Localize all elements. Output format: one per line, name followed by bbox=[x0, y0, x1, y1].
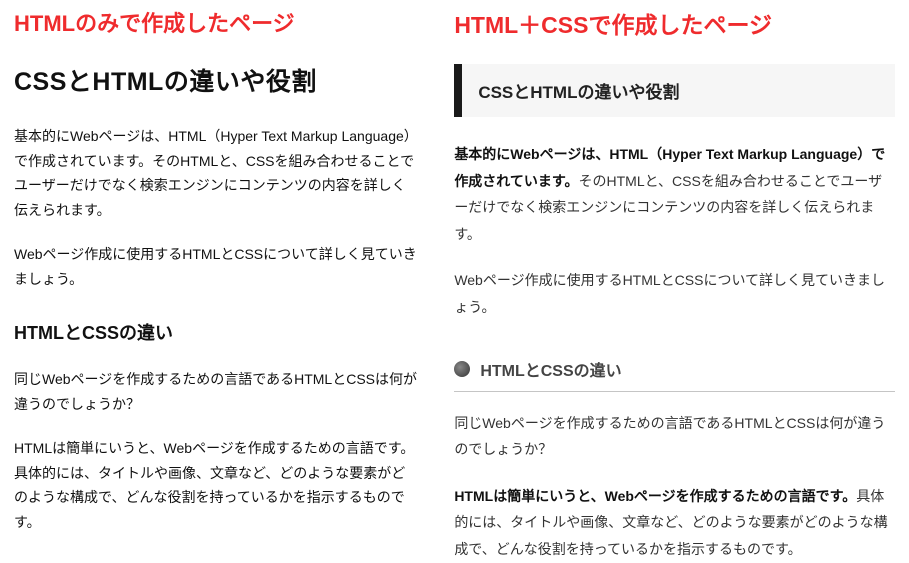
left-paragraph-4: HTMLは簡単にいうと、Webページを作成するための言語です。具体的には、タイト… bbox=[14, 436, 418, 534]
right-sub-heading-row: HTMLとCSSの違い bbox=[454, 357, 895, 392]
right-paragraph-2: Webページ作成に使用するHTMLとCSSについて詳しく見ていきましょう。 bbox=[454, 267, 895, 320]
left-paragraph-1: 基本的にWebページは、HTML（Hyper Text Markup Langu… bbox=[14, 124, 418, 222]
left-paragraph-3: 同じWebページを作成するための言語であるHTMLとCSSは何が違うのでしょうか… bbox=[14, 367, 418, 416]
bullet-dot-icon bbox=[454, 361, 470, 377]
right-sub-heading: HTMLとCSSの違い bbox=[480, 357, 621, 381]
left-sub-heading: HTMLとCSSの違い bbox=[14, 319, 418, 345]
right-box-heading: CSSとHTMLの違いや役割 bbox=[454, 64, 895, 117]
right-paragraph-1: 基本的にWebページは、HTML（Hyper Text Markup Langu… bbox=[454, 141, 895, 247]
left-paragraph-2: Webページ作成に使用するHTMLとCSSについて詳しく見ていきましょう。 bbox=[14, 242, 418, 291]
right-header: HTML＋CSSで作成したページ bbox=[454, 6, 895, 40]
left-main-heading: CSSとHTMLの違いや役割 bbox=[14, 62, 418, 98]
right-paragraph-4: HTMLは簡単にいうと、Webページを作成するための言語です。具体的には、タイト… bbox=[454, 483, 895, 563]
left-header: HTMLのみで作成したページ bbox=[14, 6, 418, 38]
right-paragraph-4-bold: HTMLは簡単にいうと、Webページを作成するための言語です。 bbox=[454, 488, 856, 504]
right-paragraph-3: 同じWebページを作成するための言語であるHTMLとCSSは何が違うのでしょうか… bbox=[454, 410, 895, 463]
right-column: HTML＋CSSで作成したページ CSSとHTMLの違いや役割 基本的にWebペ… bbox=[436, 0, 909, 549]
left-column: HTMLのみで作成したページ CSSとHTMLの違いや役割 基本的にWebページ… bbox=[0, 0, 436, 549]
